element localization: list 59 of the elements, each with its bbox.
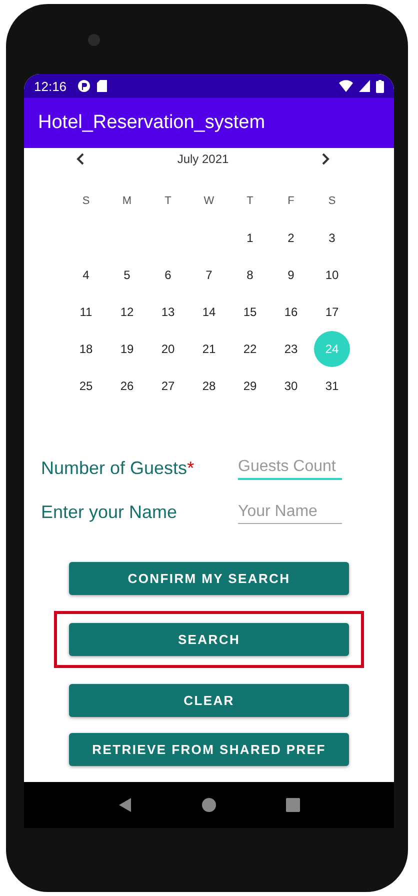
calendar-day[interactable]: 10 bbox=[314, 256, 350, 292]
recents-icon[interactable] bbox=[286, 798, 300, 812]
weekday-label: W bbox=[204, 194, 214, 206]
weekday-label: S bbox=[328, 194, 336, 206]
calendar-day[interactable]: 19 bbox=[109, 330, 145, 366]
calendar-day[interactable]: 4 bbox=[68, 256, 104, 292]
weekday-label: F bbox=[288, 194, 294, 206]
calendar-day[interactable]: 17 bbox=[314, 294, 350, 330]
calendar-day[interactable]: 9 bbox=[273, 256, 309, 292]
back-icon[interactable] bbox=[118, 797, 132, 813]
sd-card-icon bbox=[96, 80, 107, 92]
calendar-day[interactable]: 18 bbox=[68, 330, 104, 366]
calendar-day[interactable]: 31 bbox=[314, 368, 350, 404]
calendar-day[interactable]: 15 bbox=[232, 294, 268, 330]
field-label: Enter your Name bbox=[41, 502, 178, 522]
calendar-day[interactable]: 20 bbox=[150, 330, 186, 366]
input-field[interactable]: Guests Count bbox=[238, 456, 342, 480]
calendar-day[interactable]: 28 bbox=[191, 368, 227, 404]
input-field[interactable]: Your Name bbox=[238, 500, 342, 524]
weekday-label: S bbox=[82, 194, 90, 206]
calendar-day[interactable]: 6 bbox=[150, 256, 186, 292]
app-title: Hotel_Reservation_system bbox=[38, 112, 266, 134]
calendar-day[interactable]: 14 bbox=[191, 294, 227, 330]
month-title: July 2021 bbox=[177, 152, 229, 166]
weekday-label: M bbox=[122, 194, 132, 206]
action-button[interactable]: CLEAR bbox=[69, 684, 349, 717]
calendar-day[interactable]: 21 bbox=[191, 330, 227, 366]
calendar-day[interactable]: 26 bbox=[109, 368, 145, 404]
camera-icon bbox=[88, 34, 100, 46]
action-button[interactable]: CONFIRM MY SEARCH bbox=[69, 562, 349, 595]
signal-icon bbox=[359, 80, 370, 92]
weekday-label: T bbox=[246, 194, 254, 206]
field-label: Number of Guests* bbox=[41, 458, 194, 478]
calendar-day[interactable]: 23 bbox=[273, 330, 309, 366]
app-notification-icon bbox=[76, 79, 91, 93]
calendar-day[interactable]: 3 bbox=[314, 220, 350, 256]
calendar-day[interactable]: 1 bbox=[232, 220, 268, 256]
calendar-day[interactable]: 29 bbox=[232, 368, 268, 404]
next-month-icon[interactable] bbox=[320, 153, 330, 165]
wifi-icon bbox=[339, 80, 353, 92]
status-time: 12:16 bbox=[34, 78, 67, 94]
calendar-day[interactable]: 7 bbox=[191, 256, 227, 292]
home-icon[interactable] bbox=[200, 797, 217, 813]
calendar-day[interactable]: 16 bbox=[273, 294, 309, 330]
calendar-day[interactable]: 8 bbox=[232, 256, 268, 292]
previous-month-icon[interactable] bbox=[76, 153, 86, 165]
action-button[interactable]: RETRIEVE FROM SHARED PREF bbox=[69, 733, 349, 766]
calendar-day[interactable]: 11 bbox=[68, 294, 104, 330]
calendar-day[interactable]: 25 bbox=[68, 368, 104, 404]
calendar-day[interactable]: 5 bbox=[109, 256, 145, 292]
battery-icon bbox=[376, 80, 384, 92]
calendar-day[interactable]: 13 bbox=[150, 294, 186, 330]
action-button[interactable]: SEARCH bbox=[69, 623, 349, 656]
calendar-day[interactable]: 22 bbox=[232, 330, 268, 366]
calendar-day[interactable]: 30 bbox=[273, 368, 309, 404]
calendar-day[interactable]: 27 bbox=[150, 368, 186, 404]
weekday-label: T bbox=[164, 194, 172, 206]
calendar-day[interactable]: 2 bbox=[273, 220, 309, 256]
calendar-day[interactable]: 12 bbox=[109, 294, 145, 330]
